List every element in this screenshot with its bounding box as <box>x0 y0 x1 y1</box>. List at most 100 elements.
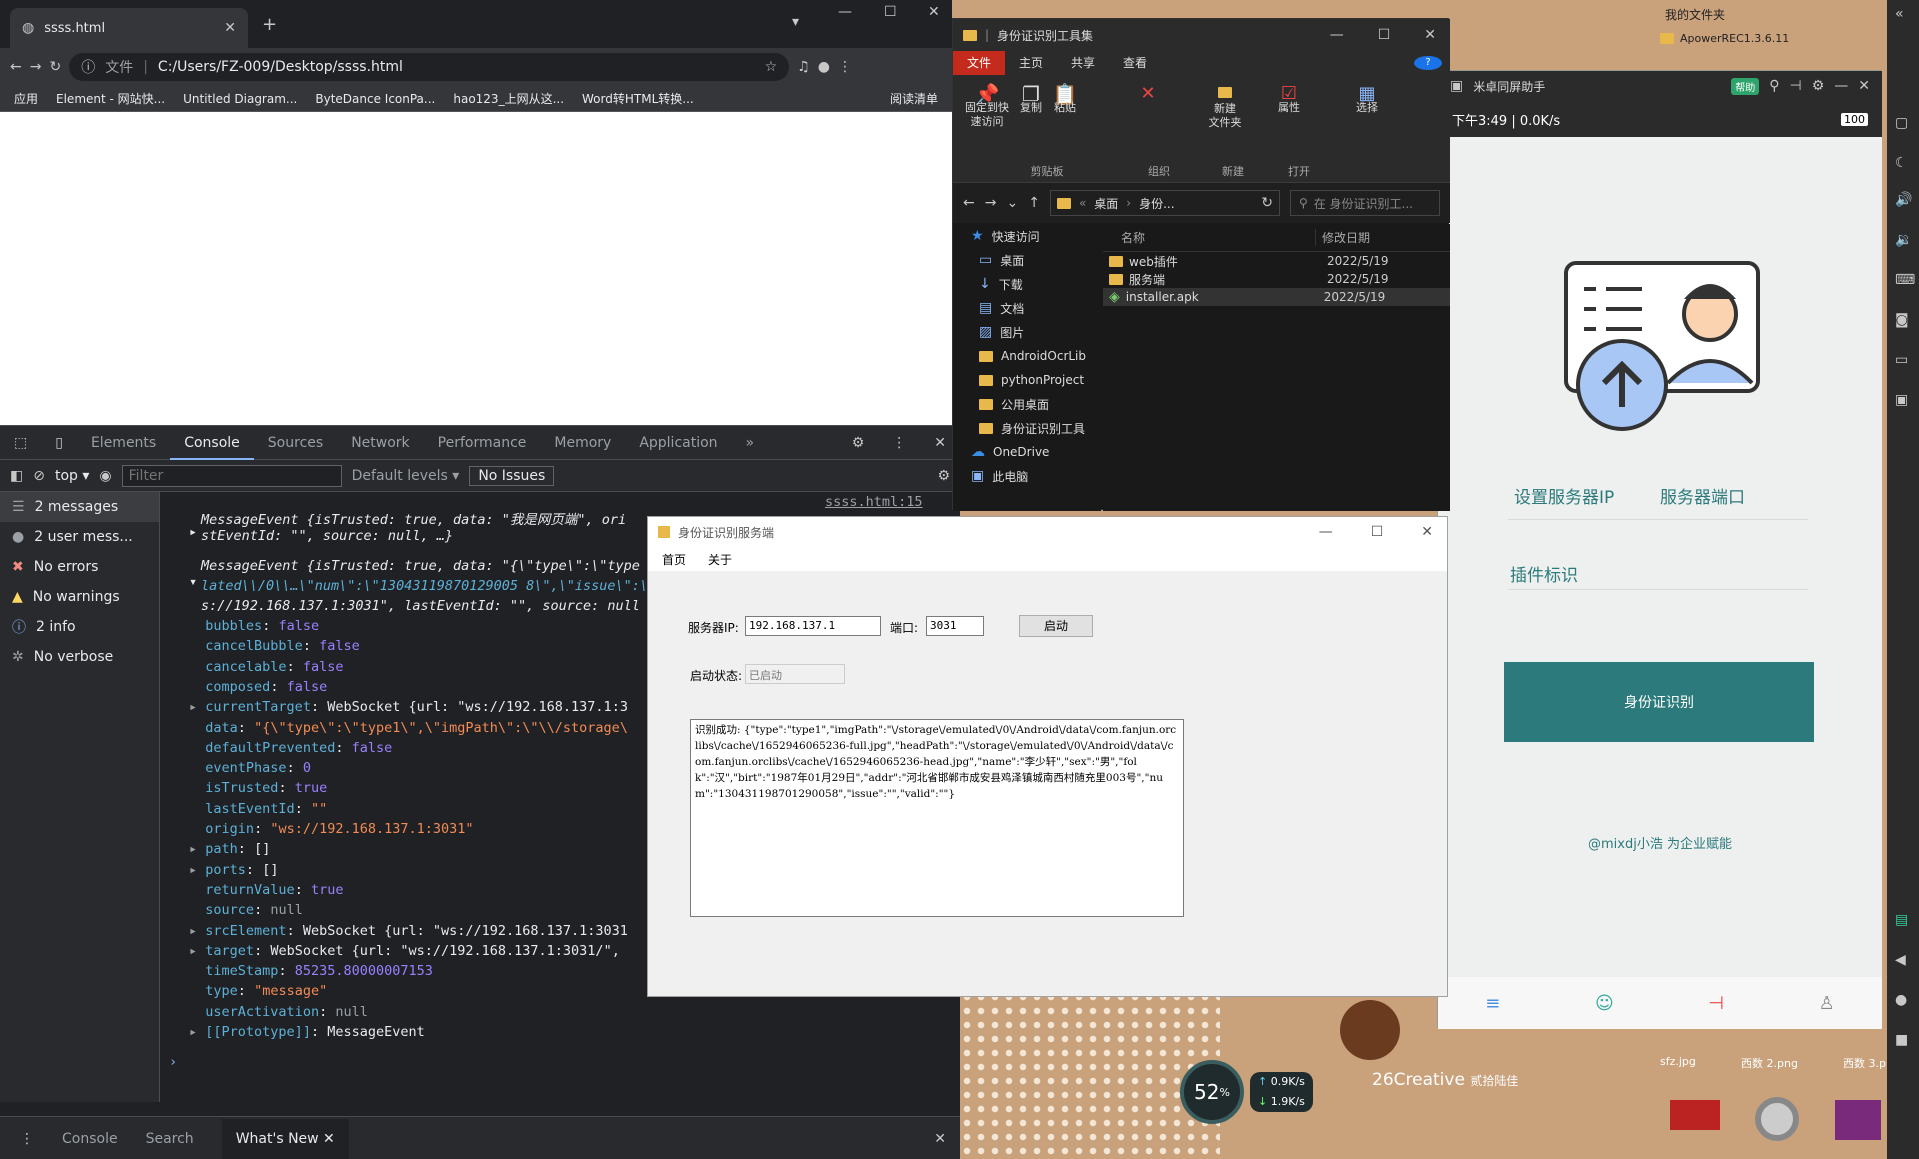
new-tab-icon[interactable]: + <box>262 14 277 35</box>
bookmark-bytedance[interactable]: ByteDance IconPa... <box>315 92 435 106</box>
sidebar-item-verbose[interactable]: ✲ No verbose <box>0 642 159 672</box>
file-row[interactable]: web插件 2022/5/19 <box>1103 252 1450 270</box>
result-output[interactable]: 识别成功: {"type":"type1","imgPath":"\/stora… <box>690 719 1184 917</box>
nav-item[interactable]: ▨ 图片 <box>953 320 1101 344</box>
accessibility-icon[interactable]: ♙ <box>1819 993 1835 1014</box>
log-property-row[interactable]: ▸ path: [] <box>189 841 270 857</box>
nav-item[interactable]: ▤ 文档 <box>953 296 1101 320</box>
new-folder-button[interactable]: 新建 文件夹 <box>1203 87 1247 130</box>
pin-icon[interactable]: ⊣ <box>1790 78 1802 94</box>
log-property-row[interactable]: ▸ target: WebSocket {url: "ws://192.168.… <box>189 943 620 959</box>
tab-ssss[interactable]: ◍ ssss.html ✕ <box>10 8 248 48</box>
sidebar-item-user-messages[interactable]: ● 2 user mess... <box>0 522 159 552</box>
nav-item[interactable]: ▭ 桌面 <box>953 248 1101 272</box>
tab-elements[interactable]: Elements <box>77 435 170 451</box>
maximize-icon[interactable]: ☐ <box>884 4 897 20</box>
column-date[interactable]: 修改日期 <box>1315 229 1370 246</box>
set-server-ip-button[interactable]: 设置服务器IP <box>1514 483 1614 508</box>
console-prompt[interactable]: › <box>169 1054 177 1070</box>
sidebar-item-info[interactable]: ⓘ 2 info <box>0 612 159 642</box>
menu-home[interactable]: 主页 <box>1005 51 1057 75</box>
back-icon[interactable]: ← <box>963 195 975 211</box>
settings-icon[interactable]: ⚙ <box>1812 78 1825 94</box>
drawer-tab-console[interactable]: Console <box>62 1131 118 1147</box>
context-select[interactable]: top ▾ <box>55 468 89 484</box>
close-icon[interactable]: ✕ <box>928 4 940 20</box>
close-icon[interactable]: ✕ <box>1424 27 1436 43</box>
tab-application[interactable]: Application <box>625 435 731 451</box>
nav-item[interactable]: 公用桌面 <box>953 392 1101 416</box>
chevron-left-icon[interactable]: « <box>1895 6 1904 22</box>
record-icon[interactable]: ▣ <box>1895 392 1908 408</box>
close-tab-icon[interactable]: ✕ <box>224 20 236 36</box>
refresh-icon[interactable]: ↻ <box>1261 195 1273 211</box>
device-icon[interactable]: ▯ <box>41 435 77 451</box>
nav-item[interactable]: ☁ OneDrive <box>953 440 1101 464</box>
back-icon[interactable]: ◀ <box>1895 952 1906 968</box>
more-icon[interactable]: ⋮ <box>878 435 920 451</box>
home-icon[interactable]: ● <box>1895 992 1907 1008</box>
column-name[interactable]: 名称 <box>1103 229 1315 246</box>
chevron-down-icon[interactable]: ⌄ <box>1006 195 1018 211</box>
star-icon[interactable]: ☆ <box>765 59 778 75</box>
crop-icon[interactable]: ▢ <box>1895 115 1908 131</box>
help-icon[interactable]: ? <box>1414 56 1442 70</box>
help-badge[interactable]: 帮助 <box>1731 77 1760 95</box>
tab-performance[interactable]: Performance <box>424 435 541 451</box>
source-link[interactable]: ssss.html:15 <box>825 494 923 510</box>
winrar-icon[interactable] <box>1835 1100 1881 1140</box>
app-icon-red[interactable] <box>1670 1100 1720 1130</box>
clear-console-icon[interactable]: ⊘ <box>33 468 45 484</box>
minimize-icon[interactable]: — <box>838 4 852 20</box>
menu-view[interactable]: 查看 <box>1109 51 1161 75</box>
maximize-icon[interactable]: ☐ <box>1371 524 1384 540</box>
console-settings-icon[interactable]: ⚙ <box>937 468 950 484</box>
delete-icon[interactable]: ✕ <box>1133 85 1163 103</box>
expand-arrow[interactable]: ▸ <box>189 923 197 939</box>
log-line[interactable]: ▸ <box>189 524 197 540</box>
drawer-menu-icon[interactable]: ⋮ <box>20 1131 34 1147</box>
keyboard-icon[interactable]: ⌨ <box>1895 272 1915 288</box>
disc-icon[interactable] <box>1755 1097 1799 1141</box>
nav-item[interactable]: ▣ 此电脑 <box>953 464 1101 488</box>
log-property-row[interactable]: ▸ ports: [] <box>189 862 278 878</box>
reading-list[interactable]: 阅读清单 <box>890 90 938 107</box>
inspect-icon[interactable]: ⬚ <box>0 435 41 451</box>
bookmark-word-html[interactable]: Word转HTML转换... <box>582 90 694 107</box>
id-recognize-button[interactable]: 身份证识别 <box>1504 662 1814 742</box>
file-row[interactable]: ◈ installer.apk 2022/5/19 <box>1103 288 1450 306</box>
log-property-row[interactable]: ▸ currentTarget: WebSocket {url: "ws://1… <box>189 699 628 715</box>
camera-icon[interactable]: ◙ <box>1895 312 1909 328</box>
tab-sources[interactable]: Sources <box>254 435 337 451</box>
moon-icon[interactable]: ☾ <box>1895 155 1908 171</box>
thumb-xishu-2[interactable]: 西数 2.png <box>1741 1055 1798 1071</box>
path-current[interactable]: 身份... <box>1139 195 1174 212</box>
paste-button[interactable]: 📋 粘贴 <box>1049 84 1081 115</box>
recent-icon[interactable]: ■ <box>1895 1032 1908 1048</box>
tab-network[interactable]: Network <box>337 435 423 451</box>
nav-item[interactable]: ↓ 下载 <box>953 272 1101 296</box>
forward-icon[interactable]: → <box>985 195 997 211</box>
exit-icon[interactable]: ⊣ <box>1708 993 1724 1014</box>
properties-button[interactable]: ☑ 属性 <box>1273 85 1305 115</box>
bookmark-untitled-diagram[interactable]: Untitled Diagram... <box>183 92 297 106</box>
app-icon[interactable]: ▤ <box>1895 912 1908 928</box>
more-tabs-icon[interactable]: » <box>732 435 769 451</box>
bookmark-element[interactable]: Element - 网站快... <box>56 90 165 107</box>
expand-arrow[interactable]: ▸ <box>189 1024 197 1040</box>
link-icon[interactable]: ⚲ <box>1769 78 1779 94</box>
sidebar-toggle-icon[interactable]: ◧ <box>10 468 23 484</box>
volume-up-icon[interactable]: 🔊 <box>1895 192 1912 208</box>
log-property-row[interactable]: ▸ srcElement: WebSocket {url: "ws://192.… <box>189 923 628 939</box>
maximize-icon[interactable]: ☐ <box>1378 27 1391 43</box>
expand-arrow[interactable]: ▾ <box>189 574 197 590</box>
nav-item[interactable]: pythonProject <box>953 368 1101 392</box>
copy-button[interactable]: ❐ 复制 <box>1015 84 1047 115</box>
pin-quick-access-button[interactable]: 📌 固定到快 速访问 <box>961 84 1013 129</box>
eye-icon[interactable]: ◉ <box>99 468 111 484</box>
explorer-search[interactable]: ⚲ 在 身份证识别工... <box>1289 190 1440 216</box>
bookmark-hao123[interactable]: hao123_上网从这... <box>453 90 564 107</box>
port-input[interactable]: 3031 <box>926 616 984 636</box>
back-icon[interactable]: ← <box>10 59 22 75</box>
start-button[interactable]: 启动 <box>1019 615 1093 637</box>
